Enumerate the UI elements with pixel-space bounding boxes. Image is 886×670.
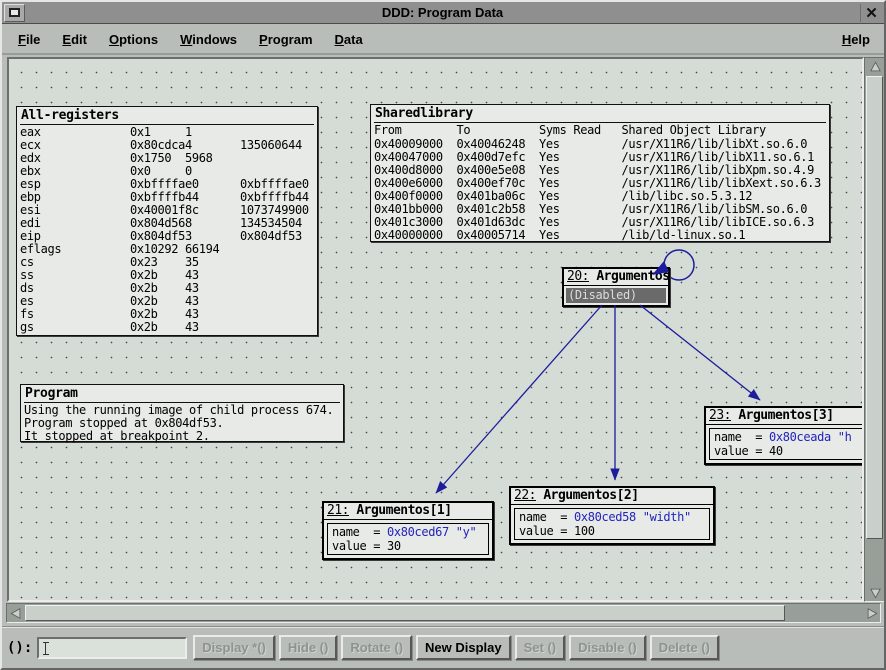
titlebar[interactable]: DDD: Program Data ✕ [2, 2, 884, 24]
data-display-canvas[interactable]: All-registers eax 0x1 1 ecx 0x80cdca4 13… [7, 57, 864, 602]
window-menu-glyph [9, 8, 20, 17]
argument-toolbar: (): Display *() Hide () Rotate () New Di… [2, 629, 884, 666]
menu-options[interactable]: Options [109, 32, 158, 47]
scroll-down-button[interactable] [866, 584, 884, 601]
value-box: name = 0x80ced67 "y" value = 30 [327, 523, 489, 555]
vertical-scrollbar-thumb[interactable] [866, 76, 883, 539]
new-display-button[interactable]: New Display [416, 635, 511, 660]
field-name[interactable]: name = 0x80ced67 "y" [332, 525, 484, 539]
field-value[interactable]: value = 30 [332, 539, 484, 553]
node-argumentos-3[interactable]: 23: Argumentos[3] name = 0x80ceada "h va… [704, 406, 864, 465]
node-argumentos-1[interactable]: 21: Argumentos[1] name = 0x80ced67 "y" v… [322, 501, 494, 560]
argument-input[interactable] [37, 637, 187, 659]
scroll-up-icon [868, 60, 883, 74]
node-argumentos[interactable]: 20: Argumentos (Disabled) [562, 267, 670, 307]
delete-button[interactable]: Delete () [650, 635, 719, 660]
rotate-button[interactable]: Rotate () [341, 635, 412, 660]
close-icon: ✕ [865, 4, 878, 22]
scroll-right-icon [865, 606, 879, 621]
menu-program[interactable]: Program [259, 32, 312, 47]
scroll-right-button[interactable] [863, 605, 880, 621]
field-value[interactable]: value = 40 [714, 444, 864, 458]
value-box: name = 0x80ceada "h value = 40 [709, 428, 864, 460]
window-title: DDD: Program Data [27, 5, 858, 20]
horizontal-scrollbar[interactable] [6, 603, 881, 623]
menu-help[interactable]: Help [842, 32, 870, 47]
window-menu-icon[interactable] [4, 4, 25, 22]
node-status-disabled[interactable]: (Disabled) [566, 288, 666, 303]
scroll-up-button[interactable] [866, 58, 884, 75]
vertical-scrollbar[interactable] [864, 57, 885, 602]
scroll-left-button[interactable] [7, 605, 24, 621]
node-title: 23: Argumentos[3] [706, 408, 864, 425]
node-argumentos-2[interactable]: 22: Argumentos[2] name = 0x80ced58 "widt… [509, 486, 715, 545]
menu-windows[interactable]: Windows [180, 32, 237, 47]
argument-prompt-label: (): [7, 640, 32, 656]
menu-edit[interactable]: Edit [62, 32, 87, 47]
menu-data[interactable]: Data [335, 32, 363, 47]
node-title: 21: Argumentos[1] [324, 503, 492, 520]
scroll-down-icon [868, 586, 883, 600]
ddd-program-data-window: DDD: Program Data ✕ File Edit Options Wi… [0, 0, 886, 670]
disable-button[interactable]: Disable () [569, 635, 646, 660]
toolbar-separator [2, 626, 884, 628]
menu-file[interactable]: File [18, 32, 40, 47]
node-title: 22: Argumentos[2] [511, 488, 713, 505]
close-button[interactable]: ✕ [860, 4, 882, 22]
scroll-left-icon [9, 606, 23, 621]
menubar: File Edit Options Windows Program Data H… [2, 25, 884, 55]
field-name[interactable]: name = 0x80ceada "h [714, 430, 864, 444]
field-name[interactable]: name = 0x80ced58 "width" [519, 510, 705, 524]
node-title: 20: Argumentos [564, 269, 668, 286]
text-caret [43, 642, 49, 655]
field-value[interactable]: value = 100 [519, 524, 705, 538]
set-button[interactable]: Set () [515, 635, 566, 660]
hide-button[interactable]: Hide () [279, 635, 337, 660]
display-button[interactable]: Display *() [193, 635, 275, 660]
horizontal-scrollbar-thumb[interactable] [25, 605, 785, 621]
value-box: name = 0x80ced58 "width" value = 100 [514, 508, 710, 540]
